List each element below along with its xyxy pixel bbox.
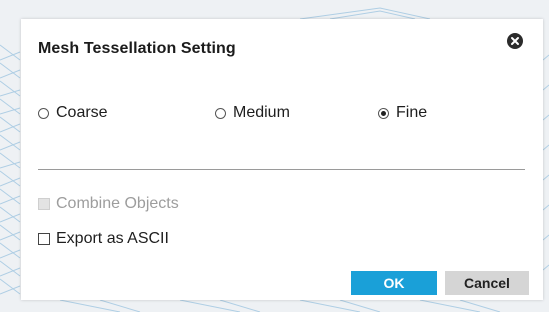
- checkbox-combine-objects-label: Combine Objects: [56, 195, 179, 212]
- radio-medium[interactable]: Medium: [215, 103, 290, 123]
- ok-button[interactable]: OK: [351, 271, 437, 295]
- radio-button-coarse[interactable]: [38, 107, 49, 119]
- checkbox-export-ascii[interactable]: Export as ASCII: [38, 229, 169, 249]
- radio-button-medium[interactable]: [215, 107, 226, 119]
- radio-fine[interactable]: Fine: [378, 103, 427, 123]
- cancel-button[interactable]: Cancel: [445, 271, 529, 295]
- radio-coarse[interactable]: Coarse: [38, 103, 108, 123]
- checkbox-combine-objects[interactable]: Combine Objects: [38, 194, 179, 214]
- section-divider: [38, 169, 525, 170]
- close-icon: [511, 37, 519, 45]
- radio-label-fine: Fine: [396, 104, 428, 121]
- dialog-title: Mesh Tessellation Setting: [38, 40, 236, 57]
- radio-button-fine[interactable]: [378, 107, 389, 119]
- checkbox-export-ascii-label: Export as ASCII: [56, 230, 169, 247]
- mesh-tessellation-dialog: Mesh Tessellation Setting Coarse Medium …: [21, 19, 543, 300]
- checkbox-export-ascii-box[interactable]: [38, 233, 50, 245]
- checkbox-combine-objects-box[interactable]: [38, 198, 50, 210]
- radio-label-medium: Medium: [233, 104, 290, 121]
- close-button[interactable]: [507, 33, 523, 49]
- radio-label-coarse: Coarse: [56, 104, 108, 121]
